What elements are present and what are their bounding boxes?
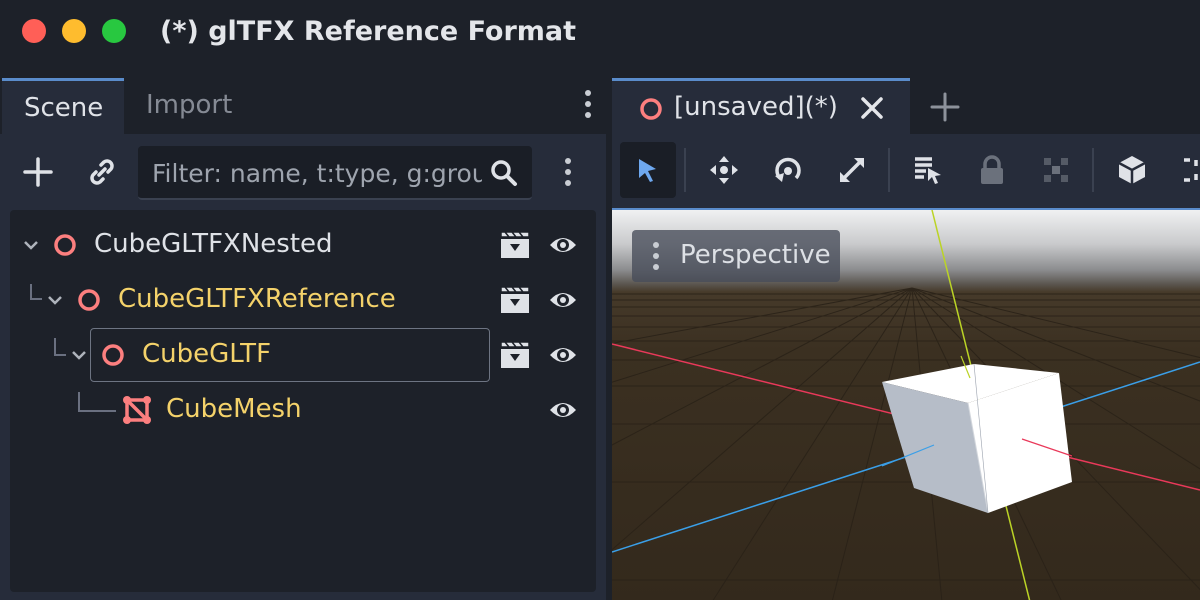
scene-menu-icon[interactable] <box>564 158 572 191</box>
dock-menu-icon[interactable] <box>584 90 592 123</box>
cube-mesh <box>882 363 1072 514</box>
window-title: (*) glTFX Reference Format <box>160 16 577 47</box>
minimize-window-button[interactable] <box>62 19 86 43</box>
rotate-mode-button[interactable] <box>760 142 816 198</box>
perspective-label: Perspective <box>680 240 831 270</box>
open-scene-icon[interactable] <box>500 341 530 369</box>
scale-icon <box>840 158 864 182</box>
node3d-icon <box>78 289 100 311</box>
move-mode-button[interactable] <box>696 142 752 198</box>
close-icon[interactable] <box>860 96 884 120</box>
move-icon <box>710 156 738 184</box>
title-bar: (*) glTFX Reference Format <box>0 0 1200 64</box>
lock-button[interactable] <box>964 142 1020 198</box>
mesh-instance-icon <box>123 396 151 424</box>
perspective-menu[interactable]: Perspective <box>632 230 840 282</box>
instance-scene-icon[interactable] <box>86 156 118 188</box>
tab-unsaved-scene[interactable]: [unsaved](*) <box>612 78 910 134</box>
collapse-arrow-icon[interactable] <box>22 236 40 254</box>
node3d-icon <box>54 234 76 256</box>
filter-field[interactable] <box>138 146 532 200</box>
tree-item[interactable]: CubeGLTFXNested <box>10 218 596 272</box>
editor-area: [unsaved](*) Perspective <box>612 78 1200 600</box>
tree-item-selected[interactable]: CubeGLTF <box>10 328 596 382</box>
toolbar-separator <box>888 148 890 192</box>
visibility-eye-icon[interactable] <box>548 231 578 259</box>
open-scene-icon[interactable] <box>500 231 530 259</box>
group-button[interactable] <box>1028 142 1084 198</box>
scale-mode-button[interactable] <box>824 142 880 198</box>
open-scene-icon[interactable] <box>500 286 530 314</box>
pointer-icon <box>639 159 656 182</box>
search-icon <box>491 160 517 186</box>
toolbar-separator <box>1092 148 1094 192</box>
snap-button[interactable] <box>1168 142 1200 198</box>
add-scene-tab-icon[interactable] <box>930 92 960 122</box>
filter-input[interactable] <box>150 154 484 192</box>
scene-tabs: [unsaved](*) <box>612 78 1200 134</box>
3d-viewport[interactable]: Perspective <box>612 208 1200 600</box>
tree-item-label: CubeGLTF <box>142 339 272 369</box>
tree-item[interactable]: CubeGLTFXReference <box>10 273 596 327</box>
add-node-icon[interactable] <box>22 156 54 188</box>
close-window-button[interactable] <box>22 19 46 43</box>
visibility-eye-icon[interactable] <box>548 286 578 314</box>
scene-toolbar <box>0 134 606 210</box>
toolbar-separator <box>684 148 686 192</box>
tree-item[interactable]: CubeMesh <box>10 383 596 437</box>
collapse-arrow-icon[interactable] <box>46 291 64 309</box>
cube-icon <box>1118 156 1146 184</box>
scene-tab-label: [unsaved](*) <box>674 92 838 122</box>
maximize-window-button[interactable] <box>102 19 126 43</box>
node3d-icon <box>102 344 124 366</box>
local-space-button[interactable] <box>1104 142 1160 198</box>
lock-icon <box>981 155 1003 184</box>
select-mode-button[interactable] <box>620 142 676 198</box>
tab-scene-label: Scene <box>24 93 104 123</box>
tree-item-label: CubeGLTFXReference <box>118 284 396 314</box>
visibility-eye-icon[interactable] <box>548 396 578 424</box>
scene-dock-tabs: Scene Import <box>0 78 606 134</box>
rotate-icon <box>775 157 801 182</box>
visibility-eye-icon[interactable] <box>548 341 578 369</box>
node3d-icon <box>640 98 662 120</box>
scene-dock: Scene Import Filter: name, t:type, g:gro… <box>0 78 606 600</box>
tree-item-label: CubeGLTFXNested <box>94 229 333 259</box>
collapse-arrow-icon[interactable] <box>70 346 88 364</box>
group-icon <box>1044 158 1068 182</box>
tree-item-label: CubeMesh <box>166 394 302 424</box>
tab-import[interactable]: Import <box>146 90 232 120</box>
snap-icon <box>1184 158 1198 182</box>
tab-scene[interactable]: Scene <box>2 78 124 134</box>
viewport-toolbar <box>612 134 1200 208</box>
list-select-icon <box>915 157 941 184</box>
scene-tree: CubeGLTFXNested CubeGLTFXReference CubeG… <box>10 210 596 592</box>
list-select-button[interactable] <box>900 142 956 198</box>
view-menu-icon[interactable] <box>652 242 660 275</box>
